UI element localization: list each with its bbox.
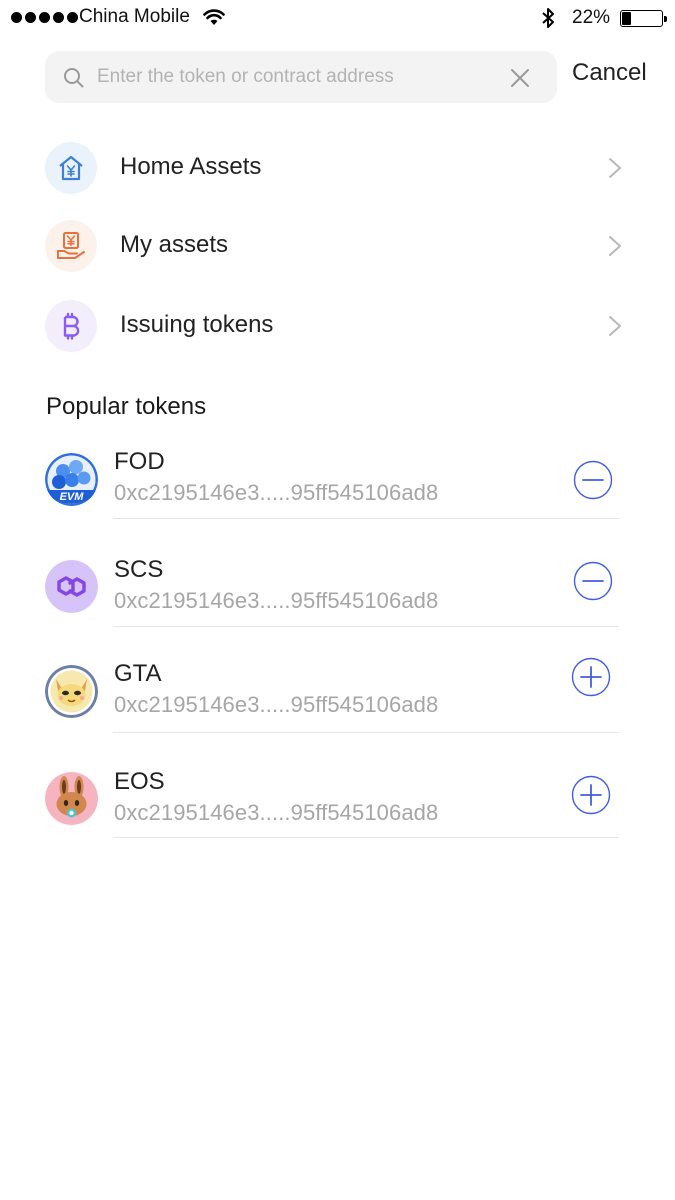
minus-circle-icon [573, 561, 613, 601]
token-row[interactable]: EOS 0xc2195146e3.....95ff545106ad8 [45, 768, 620, 840]
divider [113, 518, 619, 519]
remove-token-button[interactable] [573, 460, 613, 500]
menu-label: Issuing tokens [120, 311, 274, 338]
menu-item-issuing-tokens[interactable]: Issuing tokens [45, 296, 630, 356]
carrier-name: China Mobile [79, 6, 190, 27]
minus-circle-icon [573, 460, 613, 500]
search-input[interactable] [97, 61, 502, 93]
token-name: SCS [114, 556, 164, 583]
cellular-signal-icon [11, 12, 78, 23]
chevron-right-icon [609, 316, 621, 336]
bunny-logo-icon [45, 772, 98, 825]
clear-icon[interactable] [509, 67, 531, 89]
bluetooth-icon [542, 8, 554, 28]
status-bar: China Mobile 22% [0, 0, 675, 38]
token-name: GTA [114, 660, 162, 687]
plus-circle-icon [571, 775, 611, 815]
menu-item-my-assets[interactable]: My assets [45, 216, 630, 276]
token-row[interactable]: GTA 0xc2195146e3.....95ff545106ad8 [45, 657, 620, 734]
token-address: 0xc2195146e3.....95ff545106ad8 [114, 692, 439, 717]
wifi-icon [203, 9, 225, 25]
search-bar[interactable] [45, 51, 557, 103]
token-name: EOS [114, 768, 165, 795]
remove-token-button[interactable] [573, 561, 613, 601]
cancel-button[interactable]: Cancel [572, 59, 647, 87]
menu-item-home-assets[interactable]: Home Assets [45, 138, 630, 198]
divider [113, 732, 619, 733]
cat-logo-icon [45, 665, 98, 718]
divider [113, 837, 619, 838]
battery-percent: 22% [572, 7, 611, 28]
svg-text:EVM: EVM [60, 491, 85, 503]
chevron-right-icon [609, 236, 621, 256]
polygon-logo-icon [45, 560, 98, 613]
battery-icon [620, 10, 667, 27]
token-address: 0xc2195146e3.....95ff545106ad8 [114, 480, 439, 505]
menu-label: My assets [120, 231, 229, 258]
home-yen-icon [45, 142, 97, 194]
token-address: 0xc2195146e3.....95ff545106ad8 [114, 800, 439, 825]
token-row[interactable]: EVM FOD 0xc2195146e3.....95ff545106ad8 [45, 448, 620, 520]
token-row[interactable]: SCS 0xc2195146e3.....95ff545106ad8 [45, 556, 620, 628]
plus-circle-icon [571, 657, 611, 697]
add-token-button[interactable] [571, 657, 611, 697]
evm-logo-icon: EVM [45, 453, 98, 506]
menu-label: Home Assets [120, 153, 262, 180]
add-token-button[interactable] [571, 775, 611, 815]
hand-yen-icon [45, 220, 97, 272]
section-title-popular-tokens: Popular tokens [46, 393, 207, 420]
search-icon [64, 68, 84, 88]
bitcoin-icon [45, 300, 97, 352]
divider [113, 626, 619, 627]
token-name: FOD [114, 448, 165, 475]
token-address: 0xc2195146e3.....95ff545106ad8 [114, 588, 439, 613]
chevron-right-icon [609, 158, 621, 178]
